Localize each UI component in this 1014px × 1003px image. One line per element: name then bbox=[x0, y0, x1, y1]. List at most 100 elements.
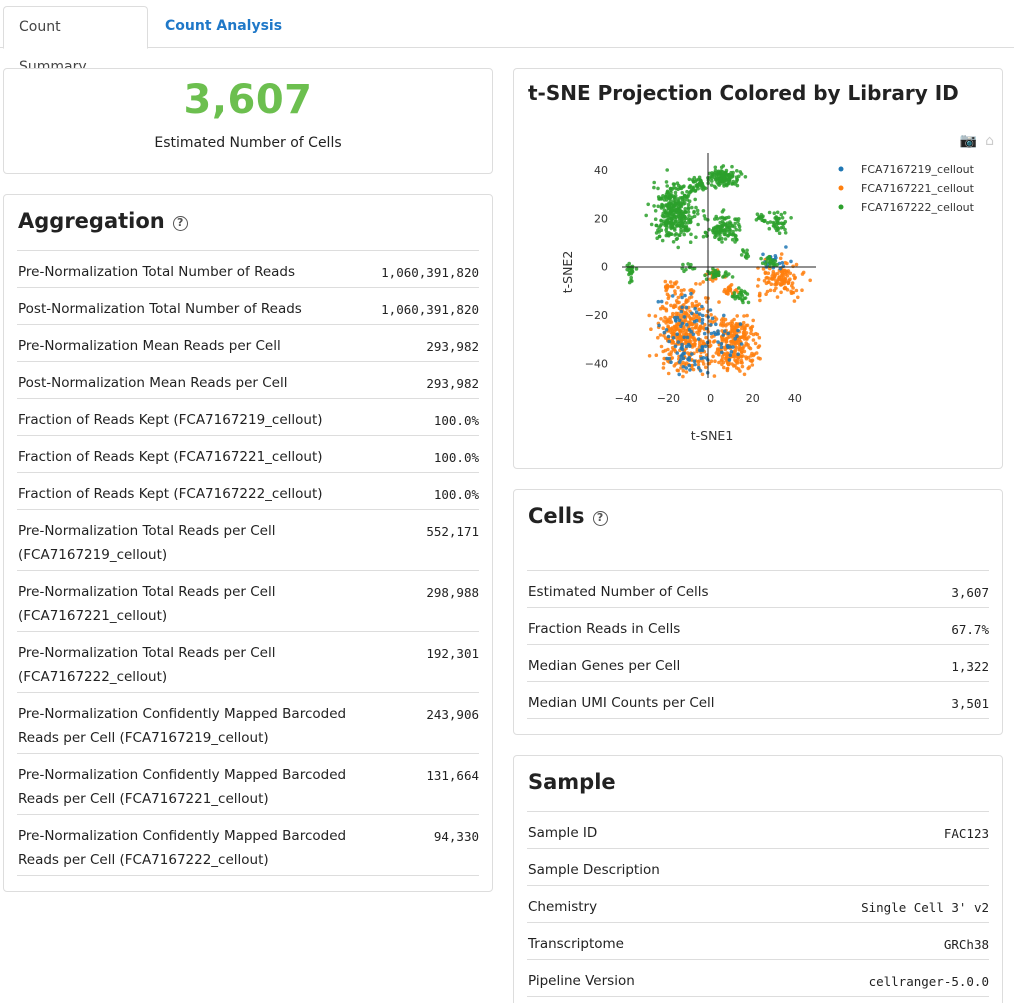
tsne-scatter-plot[interactable]: −40 −20 0 20 40 40 20 0 −20 −40 t-SNE1 t-SNE2 FC… bbox=[514, 69, 1004, 470]
scatter-point bbox=[675, 197, 680, 201]
scatter-point bbox=[690, 205, 694, 210]
scatter-point bbox=[703, 273, 707, 278]
scatter-point bbox=[700, 372, 705, 377]
table-row: Pre-Normalization Total Number of Reads 1… bbox=[17, 250, 479, 287]
scatter-point bbox=[657, 234, 662, 239]
scatter-point bbox=[684, 300, 688, 304]
scatter-point bbox=[700, 348, 705, 353]
scatter-point bbox=[738, 322, 743, 326]
scatter-point bbox=[664, 328, 669, 332]
scatter-point bbox=[724, 228, 728, 232]
scatter-point bbox=[680, 191, 685, 195]
scatter-point bbox=[738, 296, 743, 300]
scatter-point bbox=[661, 194, 665, 198]
scatter-point bbox=[735, 169, 739, 173]
scatter-point bbox=[675, 351, 679, 355]
scatter-point bbox=[656, 335, 660, 340]
scatter-point bbox=[739, 342, 744, 346]
scatter-point bbox=[765, 259, 769, 264]
scatter-point bbox=[713, 235, 717, 239]
scatter-point bbox=[727, 358, 732, 362]
scatter-point bbox=[701, 362, 706, 366]
scatter-point bbox=[693, 362, 697, 367]
table-row: Pre-Normalization Confidently Mapped Bar… bbox=[17, 692, 479, 753]
scatter-point bbox=[777, 275, 782, 280]
scatter-point bbox=[712, 273, 716, 278]
scatter-point bbox=[714, 178, 718, 182]
help-icon[interactable]: ? bbox=[592, 511, 608, 526]
scatter-point bbox=[674, 299, 679, 303]
scatter-point bbox=[667, 352, 671, 357]
scatter-point bbox=[779, 226, 784, 230]
scatter-point bbox=[778, 256, 783, 261]
scatter-point bbox=[718, 220, 722, 225]
scatter-point bbox=[685, 322, 689, 327]
scatter-point bbox=[699, 356, 704, 361]
scatter-point bbox=[679, 309, 684, 314]
scatter-point bbox=[652, 180, 656, 185]
scatter-point bbox=[669, 303, 673, 308]
scatter-point bbox=[657, 197, 661, 201]
table-row: Sample ID FAC123 bbox=[527, 811, 989, 848]
scatter-point bbox=[627, 261, 631, 266]
row-label: Pre-Normalization Total Reads per Cell (… bbox=[18, 523, 276, 563]
row-label: Fraction Reads in Cells bbox=[528, 621, 681, 637]
row-label: Pipeline Version bbox=[528, 973, 635, 989]
scatter-point bbox=[665, 194, 669, 199]
scatter-point bbox=[691, 332, 696, 337]
scatter-point bbox=[661, 366, 666, 370]
scatter-point bbox=[656, 228, 660, 232]
scatter-point bbox=[675, 368, 680, 373]
tab-count-analysis[interactable]: Count Analysis bbox=[150, 6, 297, 49]
scatter-point bbox=[703, 296, 708, 300]
scatter-point bbox=[722, 222, 727, 227]
help-icon[interactable]: ? bbox=[172, 216, 188, 231]
scatter-point bbox=[728, 287, 733, 291]
row-value: 1,060,391,820 bbox=[381, 265, 479, 280]
points-layer bbox=[625, 164, 812, 379]
scatter-point bbox=[712, 374, 717, 378]
scatter-point bbox=[670, 294, 675, 298]
scatter-point bbox=[688, 240, 693, 244]
scatter-point bbox=[759, 256, 763, 261]
scatter-point bbox=[745, 292, 750, 296]
row-value: 192,301 bbox=[426, 646, 479, 661]
scatter-point bbox=[723, 179, 727, 184]
scatter-point bbox=[656, 186, 660, 191]
legend-marker-1 bbox=[838, 185, 844, 191]
row-value: 1,060,391,820 bbox=[381, 302, 479, 317]
scatter-point bbox=[683, 319, 688, 323]
tab-count-summary[interactable]: Count Summary bbox=[3, 6, 148, 75]
scatter-point bbox=[739, 253, 744, 257]
scatter-point bbox=[694, 282, 698, 286]
scatter-point bbox=[662, 306, 666, 311]
table-row: Pipeline Version cellranger-5.0.0 bbox=[527, 959, 989, 996]
scatter-point bbox=[716, 340, 720, 344]
cells-table: Estimated Number of Cells 3,607 Fraction … bbox=[527, 570, 989, 719]
scatter-point bbox=[690, 311, 694, 316]
scatter-point bbox=[673, 190, 678, 195]
scatter-point bbox=[710, 270, 714, 275]
scatter-point bbox=[756, 277, 761, 282]
scatter-point bbox=[703, 365, 708, 370]
scatter-point bbox=[710, 316, 715, 321]
table-row: Pre-Normalization Total Reads per Cell (… bbox=[17, 570, 479, 631]
scatter-point bbox=[745, 313, 749, 318]
row-value: 3,501 bbox=[951, 696, 989, 711]
scatter-point bbox=[665, 213, 670, 218]
scatter-point bbox=[684, 332, 689, 336]
scatter-point bbox=[700, 321, 705, 325]
scatter-point bbox=[772, 221, 777, 226]
scatter-point bbox=[794, 288, 799, 293]
row-label: Fraction of Reads Kept (FCA7167219_cello… bbox=[18, 412, 323, 428]
scatter-point bbox=[708, 343, 713, 348]
scatter-point bbox=[687, 177, 692, 182]
table-row: Pre-Normalization Mean Reads per Cell 293… bbox=[17, 324, 479, 361]
scatter-point bbox=[742, 289, 747, 294]
scatter-point bbox=[730, 319, 734, 323]
scatter-point bbox=[710, 179, 714, 183]
scatter-point bbox=[672, 364, 677, 368]
scatter-point bbox=[734, 217, 739, 221]
cells-title: Cells? bbox=[528, 504, 608, 528]
scatter-point bbox=[751, 332, 756, 337]
